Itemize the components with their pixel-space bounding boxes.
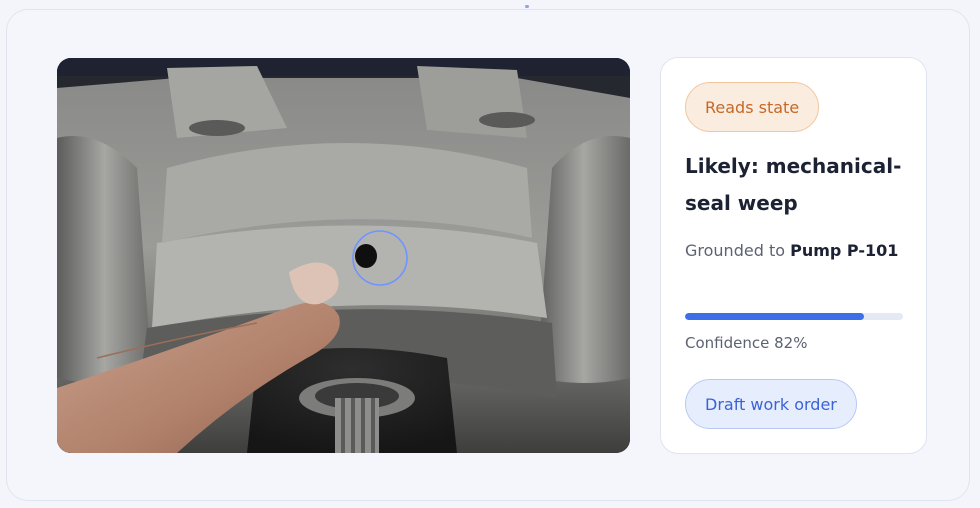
diagnosis-panel: Reads state Likely: mechanical-seal weep… bbox=[660, 57, 927, 454]
confidence-bar bbox=[685, 313, 903, 320]
confidence-label: Confidence 82% bbox=[685, 334, 808, 352]
equipment-photo bbox=[57, 58, 630, 453]
grounding-prefix: Grounded to bbox=[685, 241, 791, 260]
diagnosis-title: Likely: mechanical-seal weep bbox=[685, 154, 902, 215]
confidence-bar-fill bbox=[685, 313, 864, 320]
pump-casting-image bbox=[57, 58, 630, 453]
draft-work-order-button[interactable]: Draft work order bbox=[685, 379, 857, 429]
grounding-text: Grounded to Pump P-101 bbox=[685, 235, 910, 266]
asset-name: Pump P-101 bbox=[790, 241, 899, 260]
top-indicator bbox=[525, 5, 529, 8]
reads-state-badge: Reads state bbox=[685, 82, 820, 132]
